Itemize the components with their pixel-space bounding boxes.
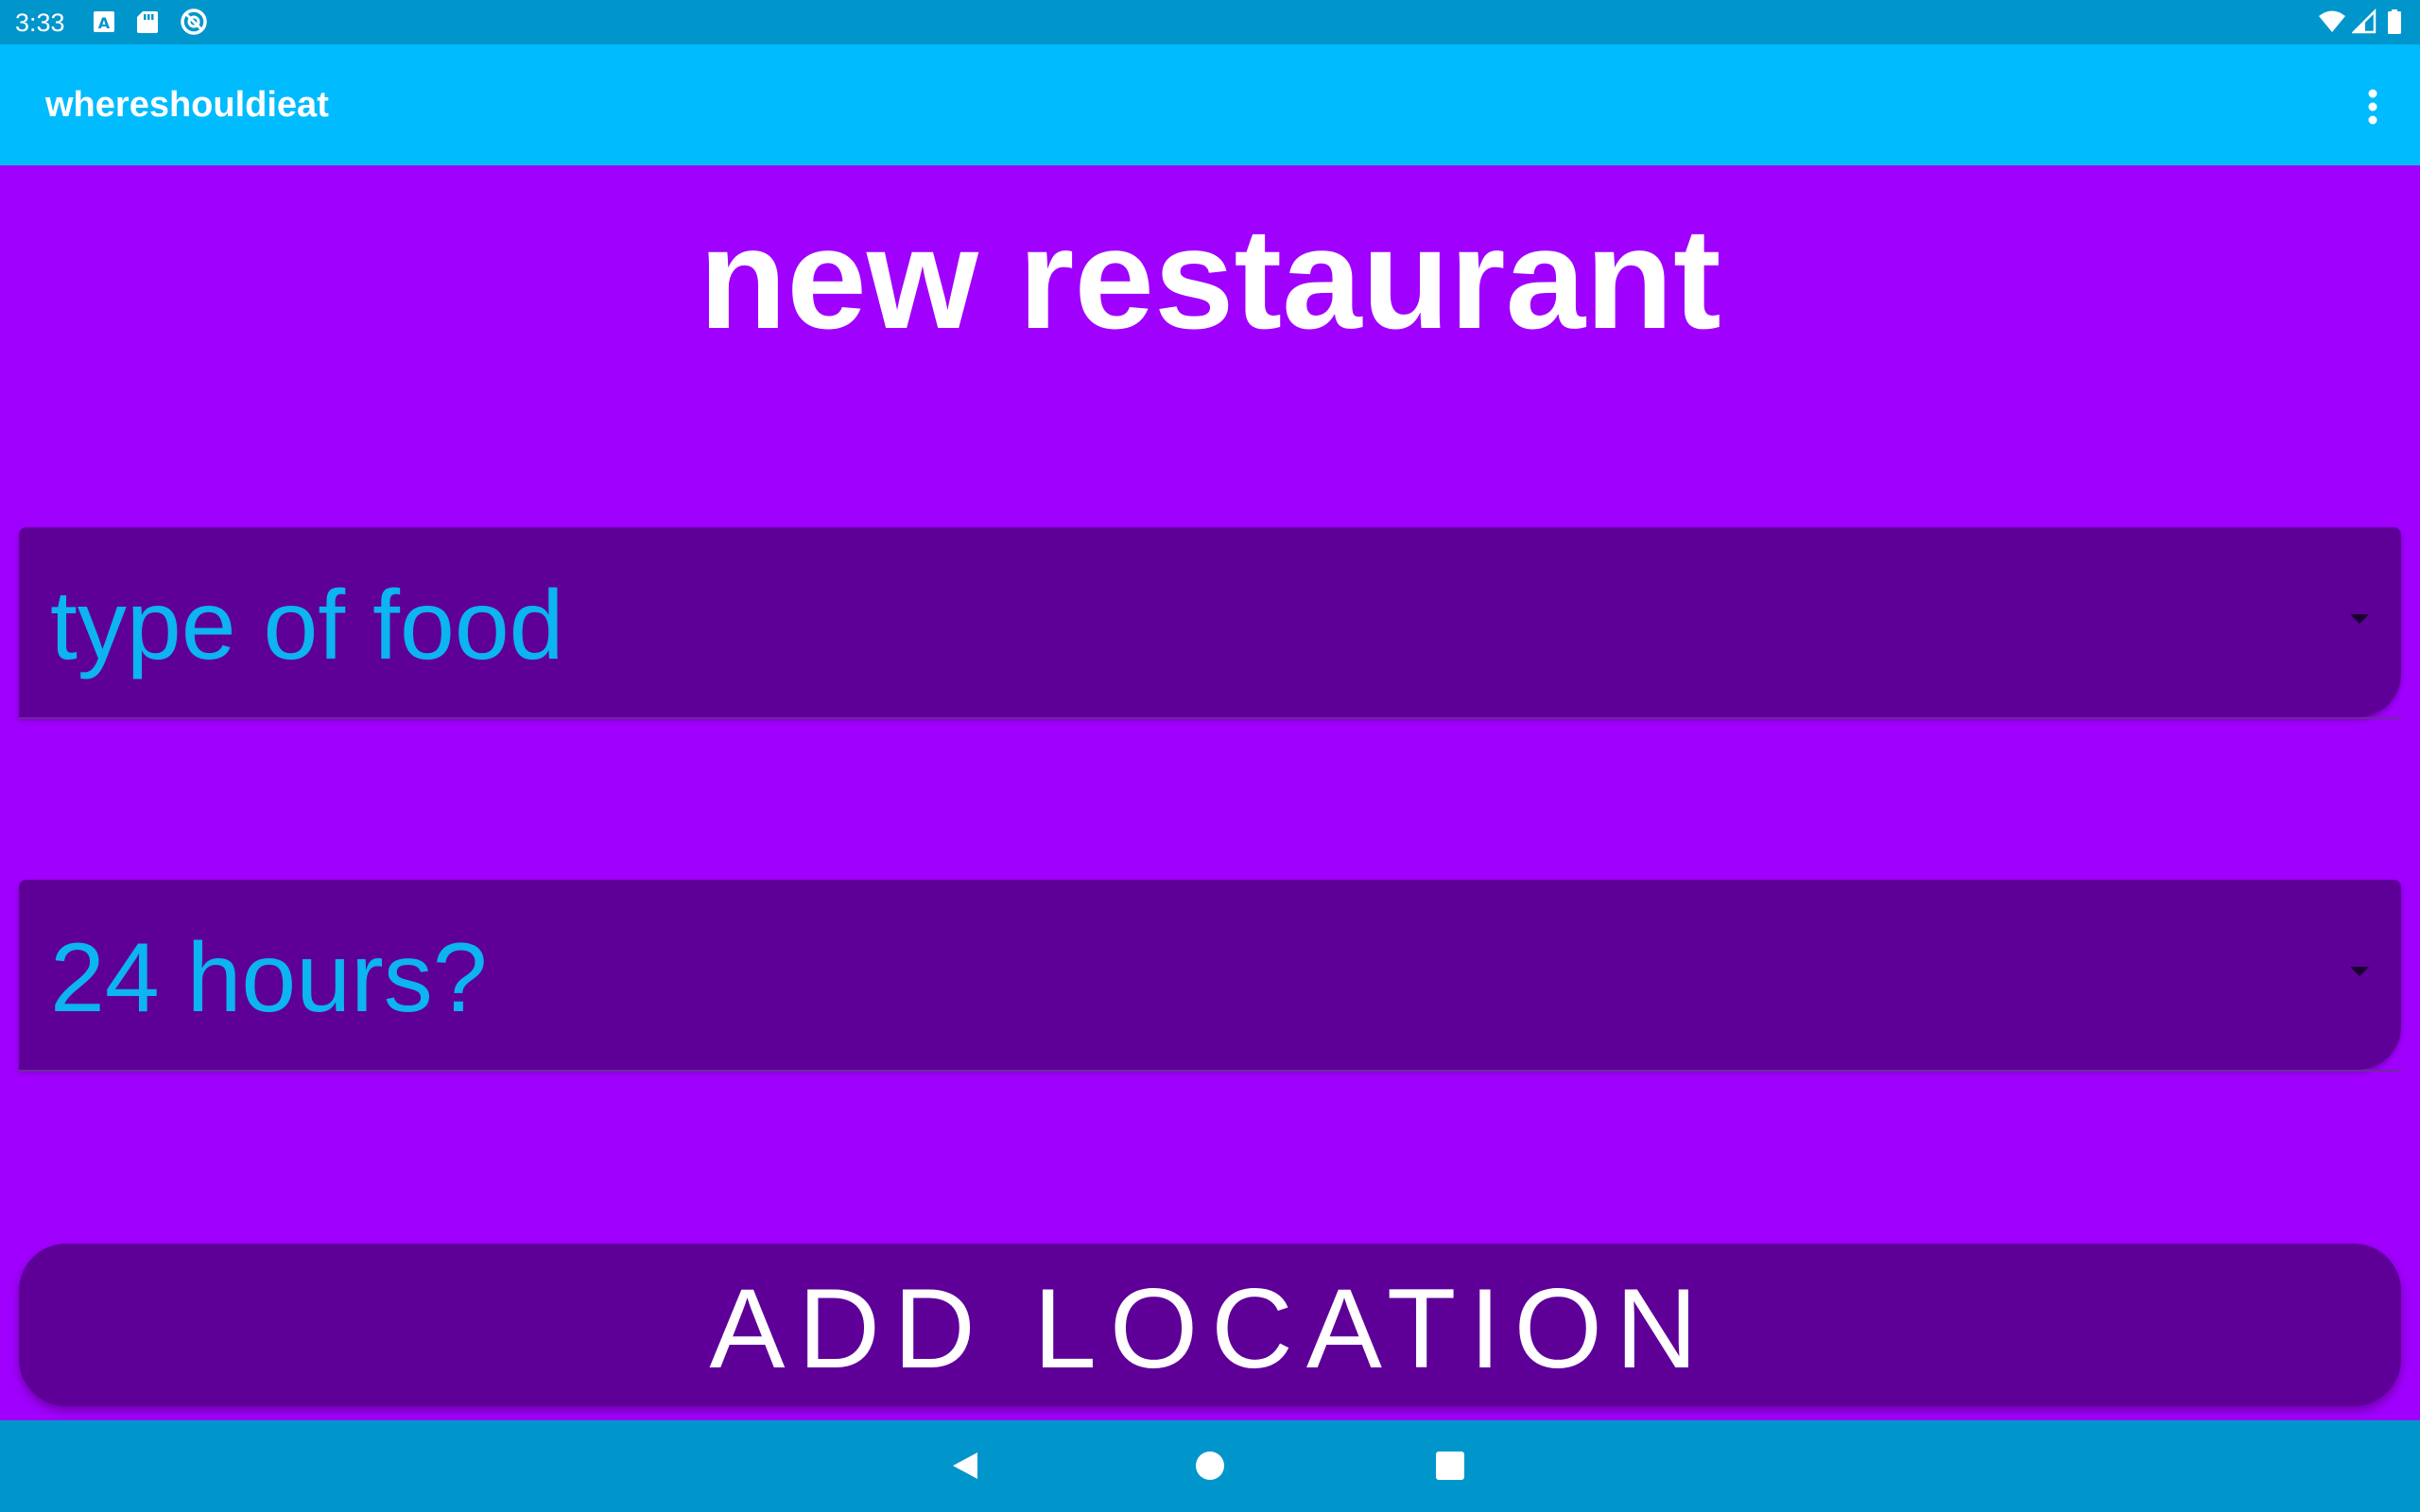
app-title: whereshouldieat bbox=[45, 85, 329, 125]
svg-text:A: A bbox=[98, 14, 111, 32]
wifi-icon bbox=[2319, 10, 2345, 32]
dropdown-arrow-icon bbox=[2350, 967, 2369, 976]
spinner-underline bbox=[19, 1070, 2401, 1072]
overflow-menu-button[interactable] bbox=[2344, 78, 2401, 135]
navigation-bar bbox=[0, 1420, 2420, 1512]
type-of-food-spinner-value: type of food bbox=[50, 571, 564, 680]
recents-icon[interactable] bbox=[1420, 1435, 1480, 1496]
status-bar: 3:33 A bbox=[0, 0, 2420, 44]
status-time: 3:33 bbox=[15, 9, 65, 37]
app-bar: whereshouldieat bbox=[0, 44, 2420, 165]
type-of-food-spinner[interactable]: type of food bbox=[19, 527, 2401, 719]
spinner-underline bbox=[19, 717, 2401, 719]
sync-icon bbox=[181, 9, 207, 35]
24-hours-spinner-value: 24 hours? bbox=[50, 923, 488, 1033]
24-hours-spinner[interactable]: 24 hours? bbox=[19, 880, 2401, 1072]
screen: 3:33 A whereshouldieat new restaurant ty… bbox=[0, 0, 2420, 1512]
add-location-button[interactable]: ADD LOCATION bbox=[19, 1244, 2401, 1406]
home-icon[interactable] bbox=[1180, 1435, 1240, 1496]
cell-signal-icon bbox=[2352, 8, 2377, 34]
page-title: new restaurant bbox=[699, 198, 1721, 359]
sd-card-icon bbox=[137, 11, 158, 33]
add-location-button-label: ADD LOCATION bbox=[709, 1265, 1711, 1392]
battery-icon bbox=[2388, 9, 2401, 34]
back-icon[interactable] bbox=[936, 1435, 996, 1496]
dropdown-arrow-icon bbox=[2350, 614, 2369, 624]
overflow-menu-icon bbox=[2368, 89, 2377, 125]
keyboard-a-icon: A bbox=[94, 11, 114, 32]
